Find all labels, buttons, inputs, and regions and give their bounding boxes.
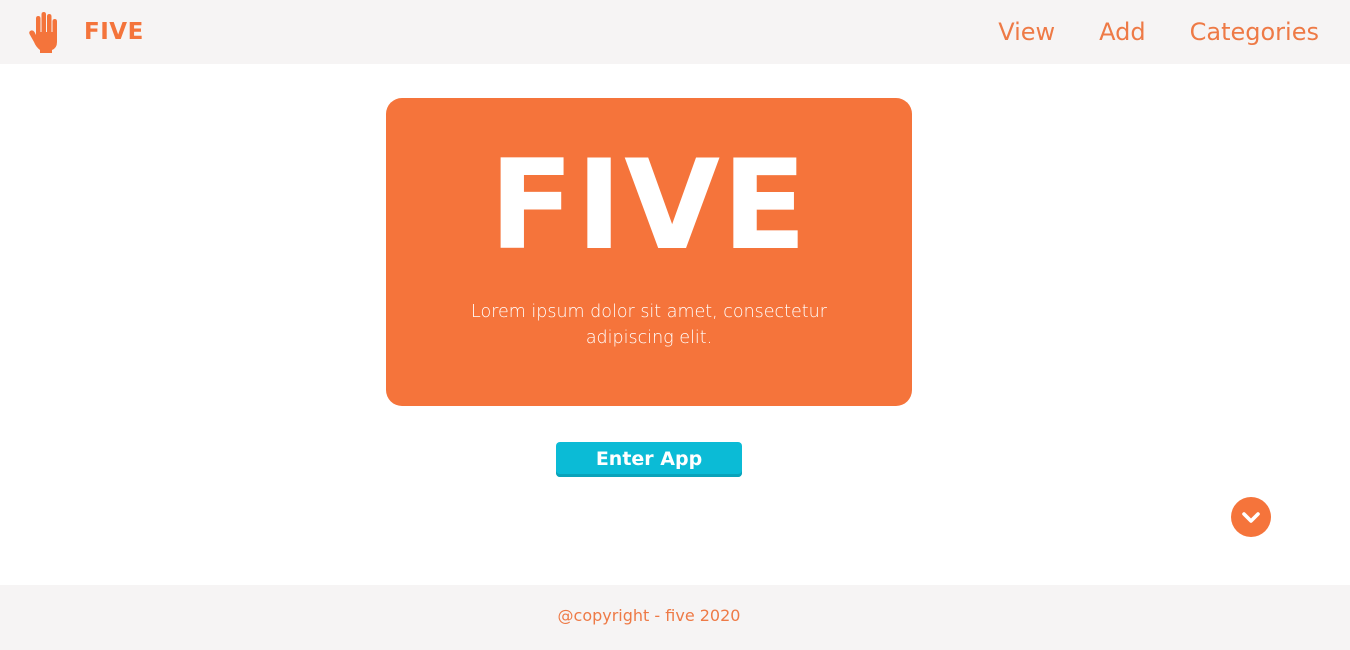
enter-app-button[interactable]: Enter App bbox=[556, 442, 742, 477]
hero-subtitle: Lorem ipsum dolor sit amet, consectetur … bbox=[471, 302, 827, 348]
hand-icon[interactable] bbox=[28, 10, 60, 54]
top-navbar: FIVE View Add Categories bbox=[0, 0, 1350, 64]
brand-name[interactable]: FIVE bbox=[84, 19, 144, 45]
scroll-down-button[interactable] bbox=[1231, 497, 1271, 537]
nav-link-add[interactable]: Add bbox=[1099, 15, 1145, 49]
hero-title: FIVE bbox=[489, 134, 809, 278]
nav-links: View Add Categories bbox=[998, 15, 1319, 49]
chevron-down-icon bbox=[1242, 512, 1260, 523]
nav-link-categories[interactable]: Categories bbox=[1190, 15, 1319, 49]
copyright-text: @copyright - five 2020 bbox=[557, 606, 741, 625]
hero-card: FIVE Lorem ipsum dolor sit amet, consect… bbox=[386, 98, 912, 406]
nav-link-view[interactable]: View bbox=[998, 15, 1055, 49]
footer: @copyright - five 2020 bbox=[0, 585, 1350, 650]
